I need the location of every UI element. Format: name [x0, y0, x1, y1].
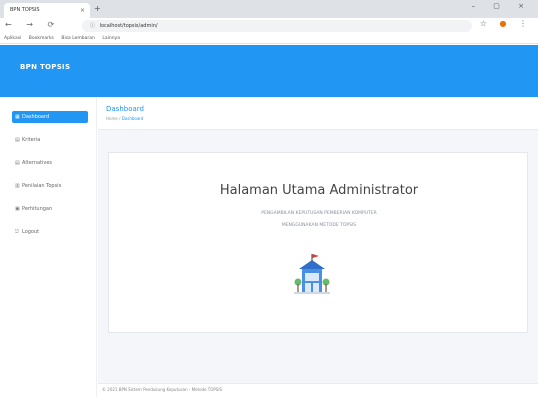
dashboard-icon: ▦ — [15, 114, 20, 120]
sidebar-item-dashboard[interactable]: ▦ Dashboard — [12, 111, 88, 123]
welcome-title: Halaman Utama Administrator — [219, 183, 419, 198]
footer: © 2021 BPN Sistem Pendukung Keputusan - … — [98, 383, 538, 397]
building-illustration — [294, 254, 330, 294]
tab-title: BPN TOPSIS — [10, 7, 40, 13]
calc-icon: ▣ — [15, 206, 20, 212]
bookmark-item[interactable]: Aplikasi — [4, 36, 21, 41]
bookmark-star-icon[interactable]: ☆ — [480, 19, 492, 28]
sidebar-item-perhitungan[interactable]: ▣ Perhitungan — [12, 203, 88, 215]
sidebar-item-label: Penilaian Topsis — [22, 183, 62, 189]
breadcrumb-current: Dashboard — [121, 116, 144, 121]
sidebar-item-penilaian[interactable]: ▥ Penilaian Topsis — [12, 180, 88, 192]
browser-tab[interactable]: BPN TOPSIS × — [4, 3, 90, 18]
sidebar-item-label: Perhitungan — [22, 206, 53, 212]
sidebar-item-label: Dashboard — [22, 114, 50, 120]
bookmarks-bar: Aplikasi Bookmarks Bisa Lembaran Lainnya — [0, 34, 538, 44]
bookmark-item[interactable]: Bookmarks — [29, 36, 54, 41]
sidebar-item-label: Alternatives — [22, 160, 53, 166]
address-bar[interactable]: ⓘ localhost/topsis/admin/ — [82, 20, 472, 32]
browser-tab-bar: BPN TOPSIS × + – ▢ × — [0, 0, 538, 18]
browser-menu-icon[interactable]: ⋮ — [519, 19, 532, 28]
welcome-subtitle-line2: MENGGUNAKAN METODE TOPSIS — [281, 223, 357, 228]
sidebar-item-label: Logout — [22, 229, 40, 235]
url-text: localhost/topsis/admin/ — [99, 23, 158, 29]
page-header: Dashboard Home / Dashboard — [98, 97, 538, 130]
welcome-subtitle-line1: PENGAMBILAN KEPUTUSAN PEMBERIAN KOMPUTER — [261, 211, 377, 216]
browser-nav-bar: ← → ⟳ ⓘ localhost/topsis/admin/ ☆ ● ⋮ — [0, 18, 538, 34]
sidebar: ▦ Dashboard ▤ Kriteria ▤ Alternatives ▥ … — [0, 97, 97, 397]
extension-icon[interactable]: ● — [499, 19, 511, 28]
tab-close-icon[interactable]: × — [80, 3, 85, 18]
app-header: BPN TOPSIS — [0, 45, 538, 97]
browser-toolbar-right: ☆ ● ⋮ — [480, 19, 532, 28]
breadcrumb: Home / Dashboard — [106, 116, 143, 121]
list-icon: ▤ — [15, 160, 20, 166]
sidebar-item-alternatives[interactable]: ▤ Alternatives — [12, 157, 88, 169]
list-icon: ▤ — [15, 137, 20, 143]
bookmark-item[interactable]: Lainnya — [102, 36, 120, 41]
nav-buttons[interactable]: ← → ⟳ — [5, 20, 60, 29]
breadcrumb-home[interactable]: Home — [106, 116, 118, 121]
welcome-card: Halaman Utama Administrator PENGAMBILAN … — [108, 152, 528, 333]
table-icon: ▥ — [15, 183, 20, 189]
page-title: Dashboard — [106, 105, 144, 113]
brand-logo[interactable]: BPN TOPSIS — [20, 45, 70, 90]
sidebar-item-label: Kriteria — [22, 137, 41, 143]
logout-icon: ⎋ — [15, 229, 19, 235]
main-content: Dashboard Home / Dashboard Halaman Utama… — [98, 97, 538, 397]
sidebar-item-logout[interactable]: ⎋ Logout — [12, 226, 88, 238]
bookmark-item[interactable]: Bisa Lembaran — [61, 36, 95, 41]
site-info-icon[interactable]: ⓘ — [90, 23, 95, 29]
sidebar-item-kriteria[interactable]: ▤ Kriteria — [12, 134, 88, 146]
new-tab-button[interactable]: + — [94, 3, 101, 15]
window-controls[interactable]: – ▢ × — [472, 2, 532, 10]
